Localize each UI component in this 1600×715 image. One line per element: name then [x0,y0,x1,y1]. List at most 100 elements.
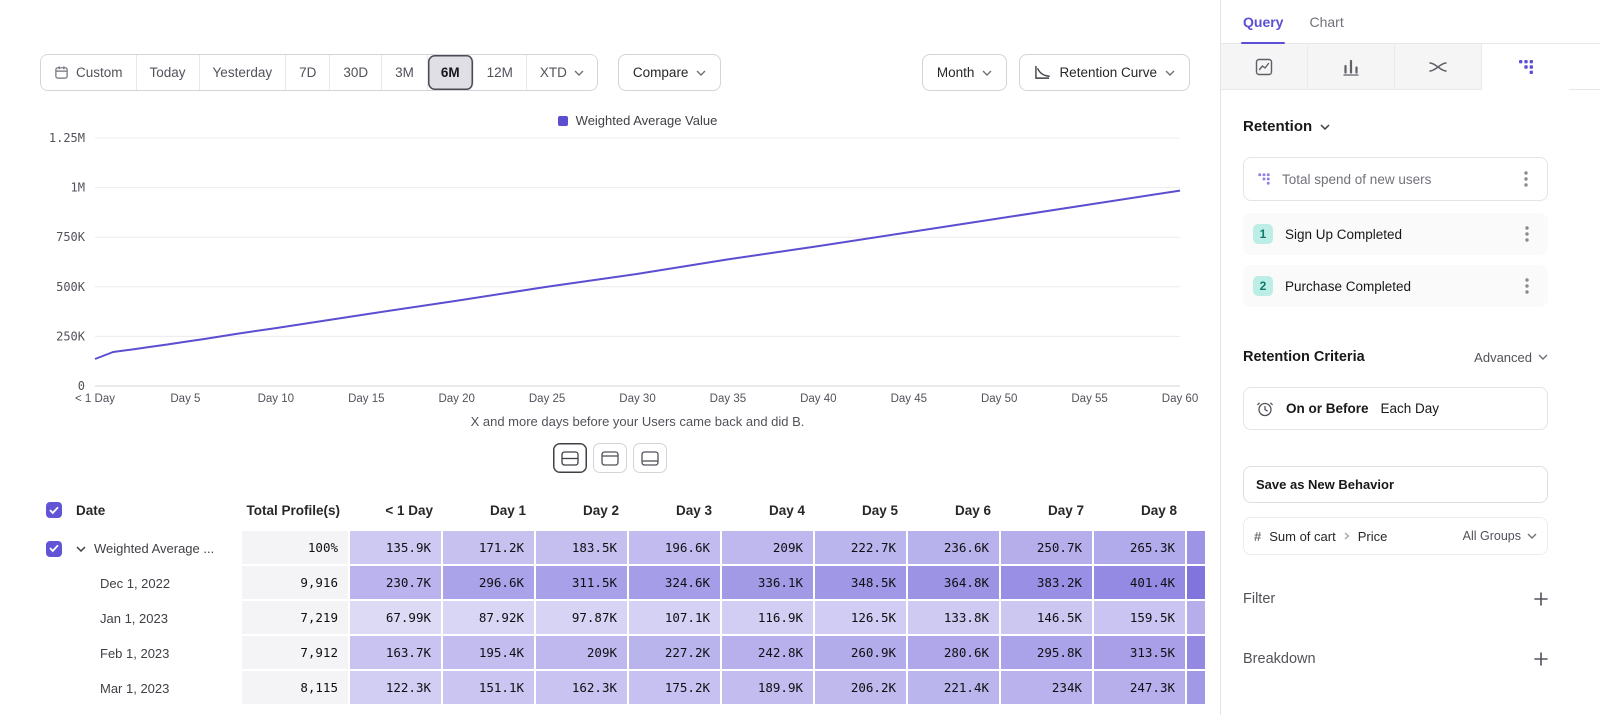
retention-cell[interactable]: 195.4K [443,636,536,671]
retention-cell[interactable]: 247.3K [1094,671,1187,706]
add-filter-button[interactable] [1534,592,1548,606]
retention-cell[interactable]: 175.2K [629,671,722,706]
range-6m[interactable]: 6M [428,55,474,90]
range-3m[interactable]: 3M [382,55,428,90]
step-menu-button[interactable] [1518,222,1536,246]
behavior-icon [1256,171,1272,187]
row-checkbox[interactable] [46,541,62,557]
column-header[interactable]: Day 8 [1094,503,1187,518]
x-tick-label: Day 35 [710,393,746,405]
report-tab-insights[interactable] [1221,44,1308,89]
total-profiles-cell: 7,912 [242,636,350,671]
save-behavior-button[interactable]: Save as New Behavior [1243,466,1548,503]
retention-cell[interactable]: 107.1K [629,601,722,636]
retention-cell[interactable]: 401.4K [1094,566,1187,601]
retention-cell[interactable]: 336.1K [722,566,815,601]
retention-cell[interactable]: 163.7K [350,636,443,671]
tab-query[interactable]: Query [1243,0,1283,43]
view-toggle-rows[interactable] [553,443,587,473]
retention-cell[interactable]: 280.6K [908,636,1001,671]
retention-cell[interactable]: 116.9K [722,601,815,636]
behavior-card[interactable]: Total spend of new users [1243,157,1548,201]
report-tab-retention[interactable] [1482,44,1569,89]
column-header[interactable]: < 1 Day [350,503,443,518]
retention-cell[interactable]: 196.6K [629,531,722,566]
retention-cell[interactable]: 133.8K [908,601,1001,636]
column-header-date[interactable]: Date [66,503,242,518]
column-header[interactable]: Day 3 [629,503,722,518]
range-30d[interactable]: 30D [330,55,382,90]
select-all-checkbox[interactable] [46,502,62,518]
view-toggle-footer[interactable] [633,443,667,473]
retention-cell[interactable]: 364.8K [908,566,1001,601]
retention-cell[interactable]: 234K [1001,671,1094,706]
column-header[interactable]: Day 5 [815,503,908,518]
view-toggle-header[interactable] [593,443,627,473]
range-custom[interactable]: Custom [41,55,137,90]
retention-cell[interactable]: 206.2K [815,671,908,706]
criteria-row[interactable]: On or Before Each Day [1243,387,1548,430]
retention-cell[interactable]: 126.5K [815,601,908,636]
retention-cell[interactable]: 209K [722,531,815,566]
column-header[interactable]: Day 1 [443,503,536,518]
column-header[interactable]: Day 6 [908,503,1001,518]
report-tab-flows[interactable] [1395,44,1482,89]
report-tab-funnels[interactable] [1308,44,1395,89]
step-row-1[interactable]: 1Sign Up Completed [1243,213,1548,255]
retention-cell[interactable]: 222.7K [815,531,908,566]
retention-cell[interactable]: 242.8K [722,636,815,671]
retention-cell[interactable]: 146.5K [1001,601,1094,636]
x-tick-label: Day 45 [891,393,927,405]
retention-cell[interactable]: 171.2K [443,531,536,566]
step-row-2[interactable]: 2Purchase Completed [1243,265,1548,307]
retention-cell[interactable]: 311.5K [536,566,629,601]
retention-cell[interactable]: 183.5K [536,531,629,566]
step-menu-button[interactable] [1518,274,1536,298]
breakdown-section: Breakdown [1243,651,1548,667]
retention-cell[interactable]: 227.2K [629,636,722,671]
retention-cell[interactable]: 230.7K [350,566,443,601]
retention-cell[interactable]: 250.7K [1001,531,1094,566]
retention-cell[interactable]: 296.6K [443,566,536,601]
retention-cell[interactable]: 313.5K [1094,636,1187,671]
retention-cell[interactable]: 67.99K [350,601,443,636]
retention-cell[interactable]: 265.3K [1094,531,1187,566]
section-title: Retention [1243,118,1312,135]
column-header[interactable]: Total Profile(s) [242,503,350,518]
row-date[interactable]: Weighted Average ... [66,531,242,566]
range-12m[interactable]: 12M [474,55,527,90]
retention-cell[interactable]: 260.9K [815,636,908,671]
groups-dropdown[interactable]: All Groups [1463,529,1537,543]
compare-dropdown[interactable]: Compare [618,54,722,91]
retention-cell[interactable]: 383.2K [1001,566,1094,601]
retention-cell[interactable]: 189.9K [722,671,815,706]
range-yesterday[interactable]: Yesterday [200,55,287,90]
granularity-dropdown[interactable]: Month [922,54,1008,91]
tab-chart[interactable]: Chart [1309,0,1343,43]
retention-cell[interactable]: 295.8K [1001,636,1094,671]
retention-cell[interactable]: 87.92K [443,601,536,636]
retention-cell[interactable]: 236.6K [908,531,1001,566]
advanced-dropdown[interactable]: Advanced [1474,350,1548,365]
column-header[interactable]: Day 2 [536,503,629,518]
retention-cell[interactable]: 135.9K [350,531,443,566]
retention-cell[interactable]: 162.3K [536,671,629,706]
chart-type-dropdown[interactable]: Retention Curve [1019,54,1190,91]
retention-cell[interactable]: 97.87K [536,601,629,636]
range-xtd[interactable]: XTD [527,55,597,90]
range-today[interactable]: Today [137,55,200,90]
retention-cell[interactable]: 348.5K [815,566,908,601]
measure-row[interactable]: # Sum of cart Price All Groups [1243,517,1548,555]
behavior-menu-button[interactable] [1517,167,1535,191]
range-7d[interactable]: 7D [286,55,330,90]
column-header[interactable]: Day 4 [722,503,815,518]
add-breakdown-button[interactable] [1534,652,1548,666]
column-header[interactable]: Day 7 [1001,503,1094,518]
retention-cell[interactable]: 159.5K [1094,601,1187,636]
retention-cell[interactable]: 151.1K [443,671,536,706]
retention-cell[interactable]: 324.6K [629,566,722,601]
retention-cell[interactable]: 209K [536,636,629,671]
retention-section-header[interactable]: Retention [1243,118,1548,135]
retention-cell[interactable]: 221.4K [908,671,1001,706]
retention-cell[interactable]: 122.3K [350,671,443,706]
